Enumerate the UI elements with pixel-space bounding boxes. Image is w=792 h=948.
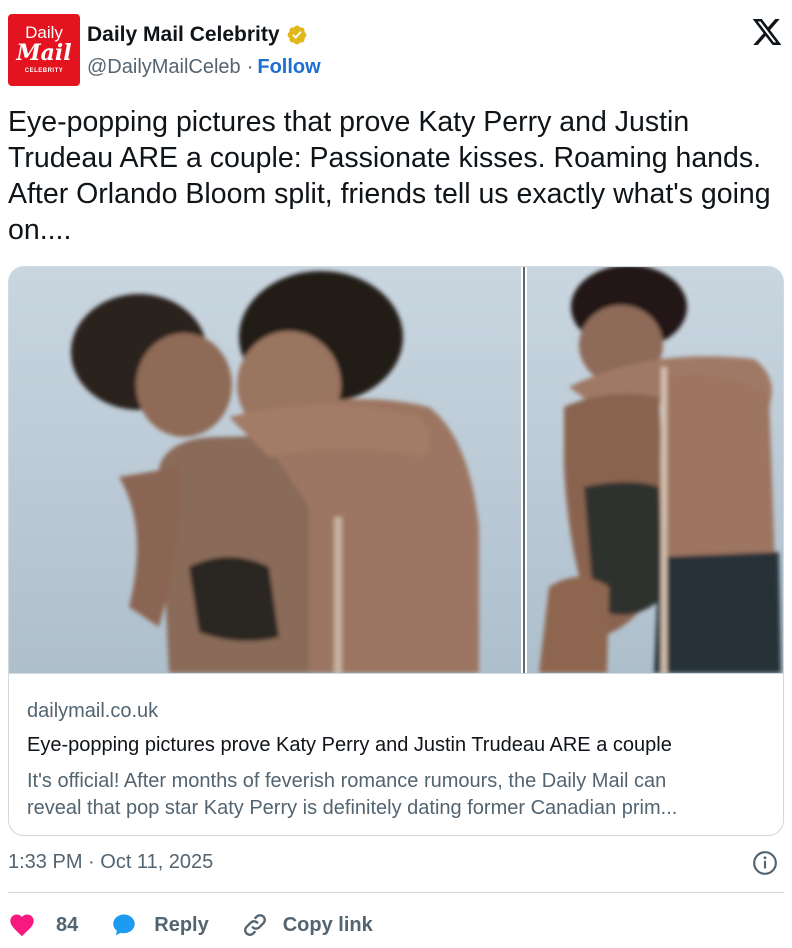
link-card-description-line2: reveal that pop star Katy Perry is defin… (27, 797, 678, 819)
link-icon (243, 914, 266, 936)
display-name[interactable]: Daily Mail Celebrity (87, 23, 280, 47)
name-row: Daily Mail Celebrity (87, 22, 308, 48)
reply-label: Reply (154, 913, 209, 936)
reply-bubble-icon (113, 914, 135, 936)
link-card-image[interactable] (9, 267, 783, 673)
heart-icon (10, 914, 34, 937)
handle[interactable]: @DailyMailCeleb (87, 56, 241, 79)
tweet-header: Daily Mail CELEBRITY Daily Mail Celebrit… (8, 12, 784, 88)
reply-button[interactable]: Reply (110, 911, 209, 939)
like-button[interactable]: 84 (8, 911, 78, 939)
x-logo-icon[interactable] (750, 16, 784, 48)
like-count: 84 (56, 913, 79, 936)
info-icon[interactable] (752, 850, 778, 876)
link-card-title[interactable]: Eye-popping pictures prove Katy Perry an… (27, 734, 672, 757)
link-card-meta: dailymail.co.uk Eye-popping pictures pro… (9, 673, 783, 835)
link-card[interactable]: dailymail.co.uk Eye-popping pictures pro… (8, 266, 784, 836)
couple-photo-image (9, 267, 783, 673)
action-bar: 84 Reply Copy link (8, 908, 405, 942)
verified-badge-icon (287, 25, 306, 45)
link-card-domain: dailymail.co.uk (27, 700, 159, 722)
timestamp[interactable]: 1:33 PM · Oct 11, 2025 (8, 851, 213, 874)
link-card-description-line1: It's official! After months of feverish … (27, 770, 667, 792)
copy-link-label: Copy link (282, 913, 373, 936)
link-card-description: It's official! After months of feverish … (27, 768, 767, 822)
separator: · (246, 56, 254, 78)
follow-button[interactable]: Follow (257, 56, 320, 79)
divider (8, 892, 784, 893)
copy-link-button[interactable]: Copy link (241, 911, 373, 939)
avatar[interactable]: Daily Mail CELEBRITY (8, 14, 80, 86)
handle-row: @DailyMailCeleb · Follow (87, 56, 321, 79)
avatar-text-mail: Mail (16, 40, 72, 66)
avatar-text-celebrity: CELEBRITY (24, 68, 64, 74)
tweet-text: Eye-popping pictures that prove Katy Per… (8, 106, 771, 246)
